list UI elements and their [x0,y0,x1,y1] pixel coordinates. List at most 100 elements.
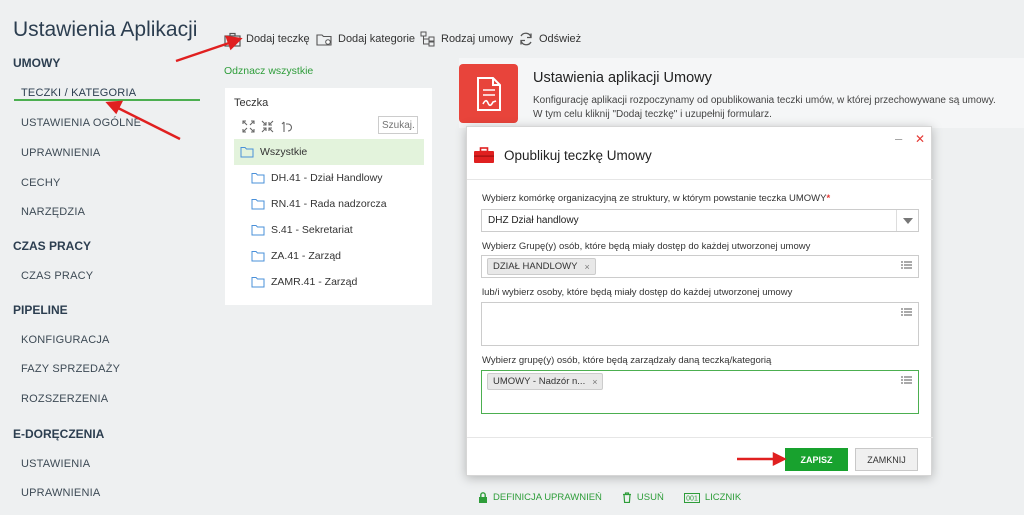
tree-item[interactable]: RN.41 - Rada nadzorcza [225,191,432,217]
managers-input[interactable]: UMOWY - Nadzór n... × [481,370,919,414]
tag-remove-icon[interactable]: × [592,377,597,387]
sidebar-item-ustawienia[interactable]: USTAWIENIA [21,458,90,470]
refresh-icon [520,32,532,46]
permissions-definition-link[interactable]: DEFINICJA UPRAWNIEŃ [478,492,602,503]
org-unit-select[interactable]: DHZ Dział handlowy [481,209,919,232]
section-pipeline: PIPELINE [13,303,68,317]
sidebar-item-narzedzia[interactable]: NARZĘDZIA [21,206,85,218]
close-dialog-button[interactable]: ✕ [915,132,925,146]
org-unit-value: DHZ Dział handlowy [488,215,579,226]
briefcase-icon [224,32,241,47]
list-icon[interactable] [901,261,912,271]
sidebar-item-czas-pracy[interactable]: CZAS PRACY [21,270,93,282]
dialog-title: Opublikuj teczkę Umowy [504,148,652,163]
counter-link[interactable]: 001 LICZNIK [683,492,742,503]
folder-icon [251,199,265,210]
managers-label: Wybierz grupę(y) osób, które będą zarząd… [482,355,772,366]
list-icon[interactable] [901,308,912,318]
required-marker: * [826,193,831,204]
dialog-footer: ZAPISZ ZAMKNIJ [467,437,933,477]
svg-text:001: 001 [686,495,698,502]
tag-label: DZIAŁ HANDLOWY [493,261,578,272]
add-category-button[interactable]: Dodaj kategorie [316,32,415,47]
contract-document-icon [459,64,518,123]
unselect-all-link[interactable]: Odznacz wszystkie [224,65,313,77]
refresh-label: Odśwież [539,33,582,45]
sidebar-item-konfiguracja[interactable]: KONFIGURACJA [21,334,110,346]
org-unit-label-text: Wybierz komórkę organizacyjną ze struktu… [482,193,827,204]
section-czas-pracy: CZAS PRACY [13,239,92,253]
section-e-doreczenia: E-DORĘCZENIA [13,427,105,441]
dialog-body: Wybierz komórkę organizacyjną ze struktu… [467,179,933,437]
tree-item-label: DH.41 - Dział Handlowy [271,172,383,184]
tree-search-input[interactable] [378,116,418,134]
tree-item[interactable]: ZA.41 - Zarząd [225,243,432,269]
add-folder-label: Dodaj teczkę [246,33,310,45]
trash-icon [622,492,631,503]
add-category-label: Dodaj kategorie [338,33,416,45]
folder-icon [251,277,265,288]
tree-item-wszystkie[interactable]: Wszystkie [234,139,424,165]
access-persons-input[interactable] [481,302,919,346]
folder-icon [251,251,265,262]
tree-item[interactable]: S.41 - Sekretariat [225,217,432,243]
delete-link[interactable]: USUŃ [622,492,664,503]
sidebar-item-rozszerzenia[interactable]: ROZSZERZENIA [21,393,108,405]
contract-type-label: Rodzaj umowy [441,33,514,45]
tree-item-label: S.41 - Sekretariat [271,224,353,236]
org-unit-label: Wybierz komórkę organizacyjną ze struktu… [482,193,830,204]
banner-description-line: W tym celu kliknij "Dodaj teczkę" i uzup… [533,109,772,120]
tag-remove-icon[interactable]: × [584,262,589,272]
tree-item-label: RN.41 - Rada nadzorcza [271,198,387,210]
sidebar: Ustawienia Aplikacji UMOWY TECZKI / KATE… [0,0,212,515]
section-umowy: UMOWY [13,56,61,70]
app-info-banner: Ustawienia aplikacji Umowy Konfigurację … [459,58,1024,128]
tree-item[interactable]: DH.41 - Dział Handlowy [225,165,432,191]
collapse-icon[interactable] [261,120,274,133]
sidebar-item-cechy[interactable]: CECHY [21,177,61,189]
manager-group-tag: UMOWY - Nadzór n... × [487,373,604,390]
folder-add-icon [316,33,332,46]
sidebar-item-uprawnienia-ed[interactable]: UPRAWNIENIA [21,487,100,499]
refresh-button[interactable]: Odśwież [518,31,581,47]
access-persons-label: lub/i wybierz osoby, które będą miały do… [482,287,793,298]
banner-description-line: Konfigurację aplikacji rozpoczynamy od o… [533,95,996,106]
folder-icon [251,225,265,236]
lock-icon [479,492,487,503]
sidebar-item-uprawnienia[interactable]: UPRAWNIENIA [21,147,100,159]
access-groups-input[interactable]: DZIAŁ HANDLOWY × [481,255,919,278]
tree-tools [242,120,293,133]
tree-item[interactable]: ZAMR.41 - Zarząd [225,269,432,295]
save-button[interactable]: ZAPISZ [785,448,848,471]
counter-label: LICZNIK [704,492,742,503]
access-group-tag: DZIAŁ HANDLOWY × [487,258,596,275]
delete-label: USUŃ [636,492,664,503]
sidebar-item-fazy-sprzedazy[interactable]: FAZY SPRZEDAŻY [21,363,120,375]
tree-item-label: ZAMR.41 - Zarząd [271,276,358,288]
counter-icon: 001 [683,492,700,503]
tag-label: UMOWY - Nadzór n... [493,376,586,387]
active-indicator [14,99,200,101]
minimize-button[interactable]: – [895,131,902,146]
contract-type-button[interactable]: Rodzaj umowy [420,31,513,47]
sidebar-item-teczki-kategoria[interactable]: TECZKI / KATEGORIA [21,87,136,99]
add-folder-button[interactable]: Dodaj teczkę [224,32,310,47]
tree-item-label: Wszystkie [260,146,308,158]
permissions-definition-label: DEFINICJA UPRAWNIEŃ [493,492,602,503]
reset-icon[interactable] [280,120,293,133]
toolbar: Dodaj teczkę [224,30,310,48]
bottom-actions: DEFINICJA UPRAWNIEŃ USUŃ 001 LICZNIK [478,492,741,503]
list-icon[interactable] [901,376,912,386]
access-groups-label: Wybierz Grupę(y) osób, które będą miały … [482,241,811,252]
sidebar-item-ustawienia-ogolne[interactable]: USTAWIENIA OGÓLNE [21,117,141,129]
expand-icon[interactable] [242,120,255,133]
banner-description: Konfigurację aplikacji rozpoczynamy od o… [533,94,1023,122]
publish-folder-dialog: – ✕ Opublikuj teczkę Umowy Wybierz komór… [466,126,933,477]
app-title: Ustawienia Aplikacji [13,18,198,41]
briefcase-icon [474,147,494,163]
close-button[interactable]: ZAMKNIJ [855,448,918,471]
chevron-down-icon [896,210,918,231]
toolbar-group: Dodaj kategorie [316,30,415,48]
tree-title: Teczka [234,97,269,109]
hierarchy-icon [420,31,435,47]
